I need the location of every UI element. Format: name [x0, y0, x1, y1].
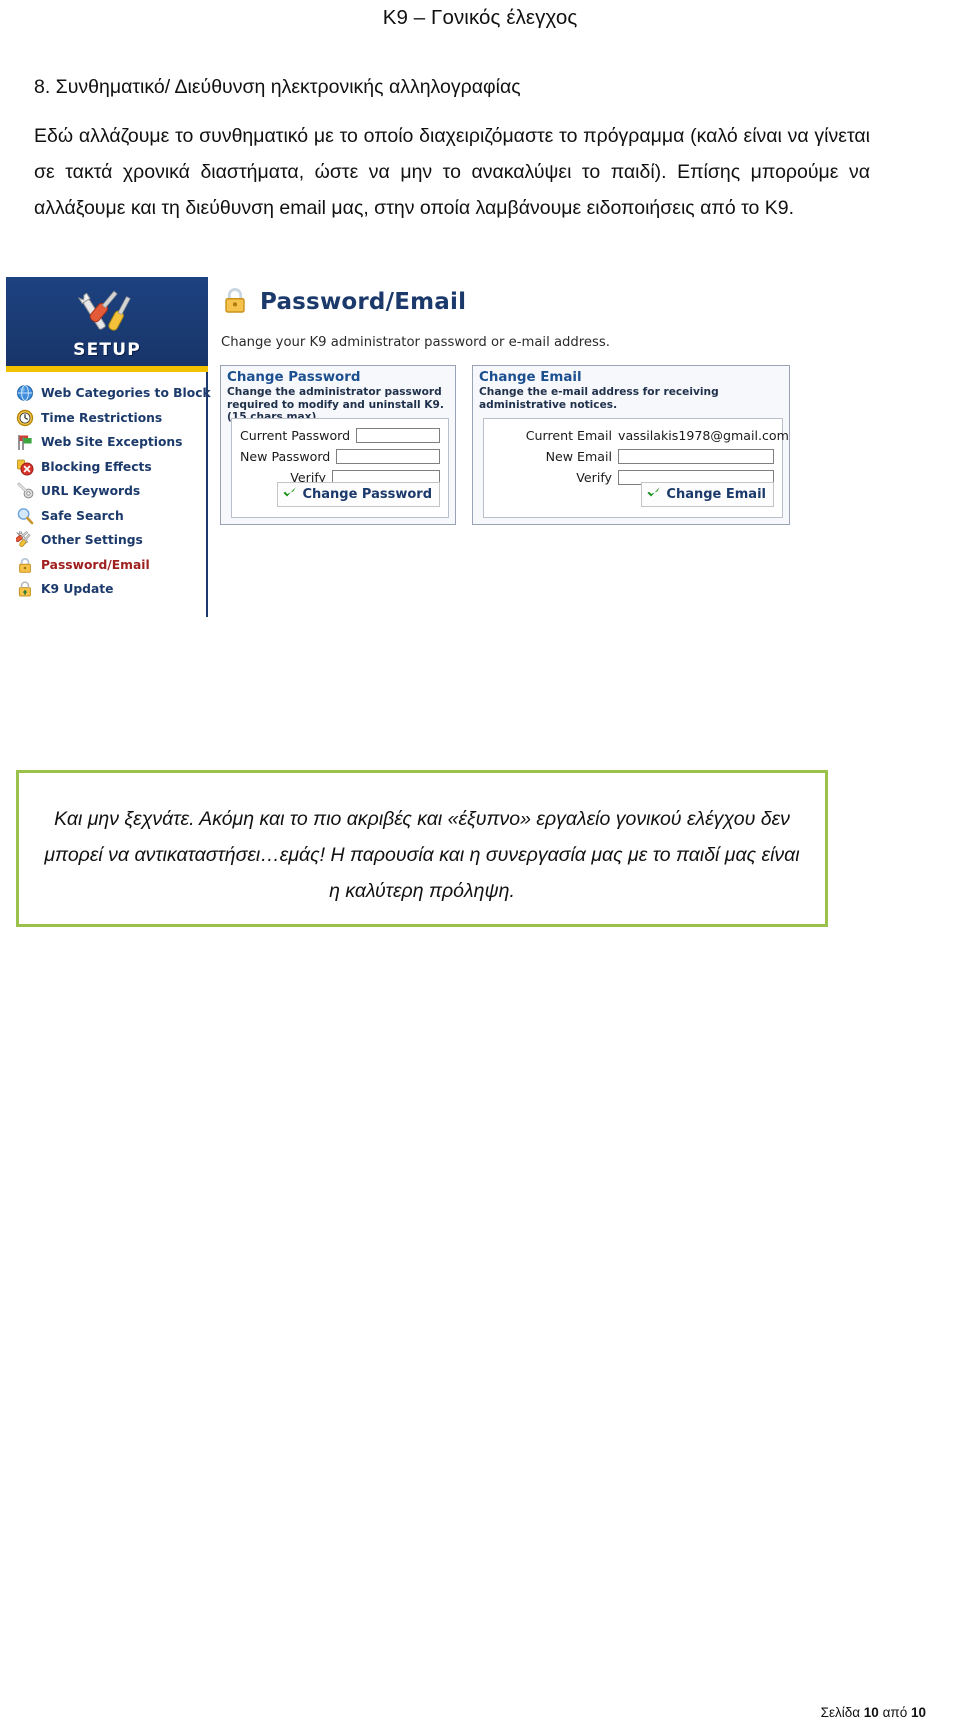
change-email-description: Change the e-mail address for receiving …: [479, 386, 719, 411]
check-icon: [282, 485, 297, 504]
current-password-input[interactable]: [356, 428, 440, 443]
change-password-button-label: Change Password: [302, 487, 432, 502]
section-paragraph: Εδώ αλλάζουμε το συνθηματικό με το οποίο…: [34, 125, 870, 219]
tools-icon: [77, 290, 131, 331]
k9-sidebar: SETUP Web Categories to Block Time Restr…: [6, 277, 211, 617]
change-password-panel: Change Password Change the administrator…: [220, 365, 456, 525]
footer-middle: από: [878, 1705, 911, 1720]
document-body: 8. Συνθηματικό/ Διεύθυνση ηλεκτρονικής α…: [34, 72, 870, 226]
lock-icon: [16, 556, 34, 574]
sidebar-item-time-restrictions[interactable]: Time Restrictions: [16, 406, 206, 431]
current-password-label: Current Password: [240, 428, 351, 443]
new-email-input[interactable]: [618, 449, 774, 464]
sidebar-item-web-site-exceptions[interactable]: Web Site Exceptions: [16, 430, 206, 455]
change-email-button-label: Change Email: [666, 487, 766, 502]
quote-text: Και μην ξεχνάτε. Ακόμη και το πιο ακριβέ…: [44, 808, 800, 902]
change-password-fields: Current Password New Password Verify Cha…: [231, 418, 449, 518]
sidebar-item-label: Password/Email: [41, 557, 150, 572]
flags-icon: [16, 433, 34, 451]
sidebar-item-label: Other Settings: [41, 533, 143, 548]
field-row: New Email: [492, 446, 774, 467]
verify-email-label: Verify: [576, 470, 612, 485]
sidebar-item-label: K9 Update: [41, 582, 114, 597]
tools-icon: [15, 530, 34, 549]
current-email-value: vassilakis1978@gmail.com: [618, 428, 789, 443]
sidebar-item-label: Web Site Exceptions: [41, 435, 183, 450]
k9-pane-subtitle: Change your K9 administrator password or…: [221, 335, 610, 350]
sidebar-item-web-categories-to-block[interactable]: Web Categories to Block: [16, 381, 211, 406]
clock-icon: [16, 409, 34, 427]
quote-callout-box: Και μην ξεχνάτε. Ακόμη και το πιο ακριβέ…: [16, 770, 828, 927]
k9-content-pane: Password/Email Change your K9 administra…: [214, 277, 806, 617]
check-icon: [646, 485, 661, 504]
sidebar-item-other-settings[interactable]: Other Settings: [15, 528, 206, 553]
current-email-label: Current Email: [525, 428, 612, 443]
change-email-fields: Current Email vassilakis1978@gmail.com N…: [483, 418, 789, 518]
k9-setup-label: SETUP: [73, 340, 141, 360]
k9-application-screenshot: SETUP Web Categories to Block Time Restr…: [6, 277, 806, 617]
update-icon: [16, 580, 34, 598]
sidebar-item-label: Safe Search: [41, 508, 124, 523]
footer-prefix: Σελίδα: [820, 1705, 864, 1720]
section-heading: 8. Συνθηματικό/ Διεύθυνση ηλεκτρονικής α…: [34, 76, 521, 98]
new-password-label: New Password: [240, 449, 331, 464]
field-row: New Password: [240, 446, 440, 467]
change-email-title: Change Email: [479, 370, 582, 385]
sidebar-item-blocking-effects[interactable]: Blocking Effects: [16, 455, 206, 480]
k9-pane-title: Password/Email: [260, 289, 467, 315]
sidebar-item-label: URL Keywords: [41, 484, 141, 499]
k9-pane-header: Password/Email: [220, 285, 466, 319]
change-email-panel: Change Email Change the e-mail address f…: [472, 365, 790, 525]
page-footer: Σελίδα 10 από 10: [821, 1705, 926, 1720]
footer-total-pages: 10: [910, 1705, 926, 1720]
change-password-button[interactable]: Change Password: [277, 482, 440, 507]
k9-sidebar-menu: Web Categories to Block Time Restriction…: [15, 381, 211, 602]
document-header-title: K9 – Γονικός έλεγχος: [382, 6, 578, 29]
sidebar-item-k9-update[interactable]: K9 Update: [16, 577, 206, 602]
sidebar-item-label: Blocking Effects: [41, 459, 152, 474]
k9-setup-banner: SETUP: [6, 277, 208, 372]
block-icon: [16, 458, 34, 476]
field-row: Current Password: [240, 425, 440, 446]
sidebar-item-url-keywords[interactable]: URL Keywords: [16, 479, 206, 504]
sidebar-item-safe-search[interactable]: Safe Search: [16, 504, 206, 529]
sidebar-item-label: Web Categories to Block: [41, 386, 211, 401]
sidebar-item-password-email[interactable]: Password/Email: [16, 553, 206, 578]
new-email-label: New Email: [545, 449, 612, 464]
new-password-input[interactable]: [336, 449, 440, 464]
change-email-button[interactable]: Change Email: [641, 482, 774, 507]
lock-icon: [220, 285, 250, 319]
key-icon: [16, 482, 34, 500]
field-row: Current Email vassilakis1978@gmail.com: [492, 425, 789, 446]
magnifier-icon: [16, 507, 34, 525]
footer-page-number: 10: [863, 1705, 879, 1720]
change-password-title: Change Password: [227, 370, 361, 385]
sidebar-item-label: Time Restrictions: [41, 410, 163, 425]
globe-icon: [16, 384, 34, 402]
